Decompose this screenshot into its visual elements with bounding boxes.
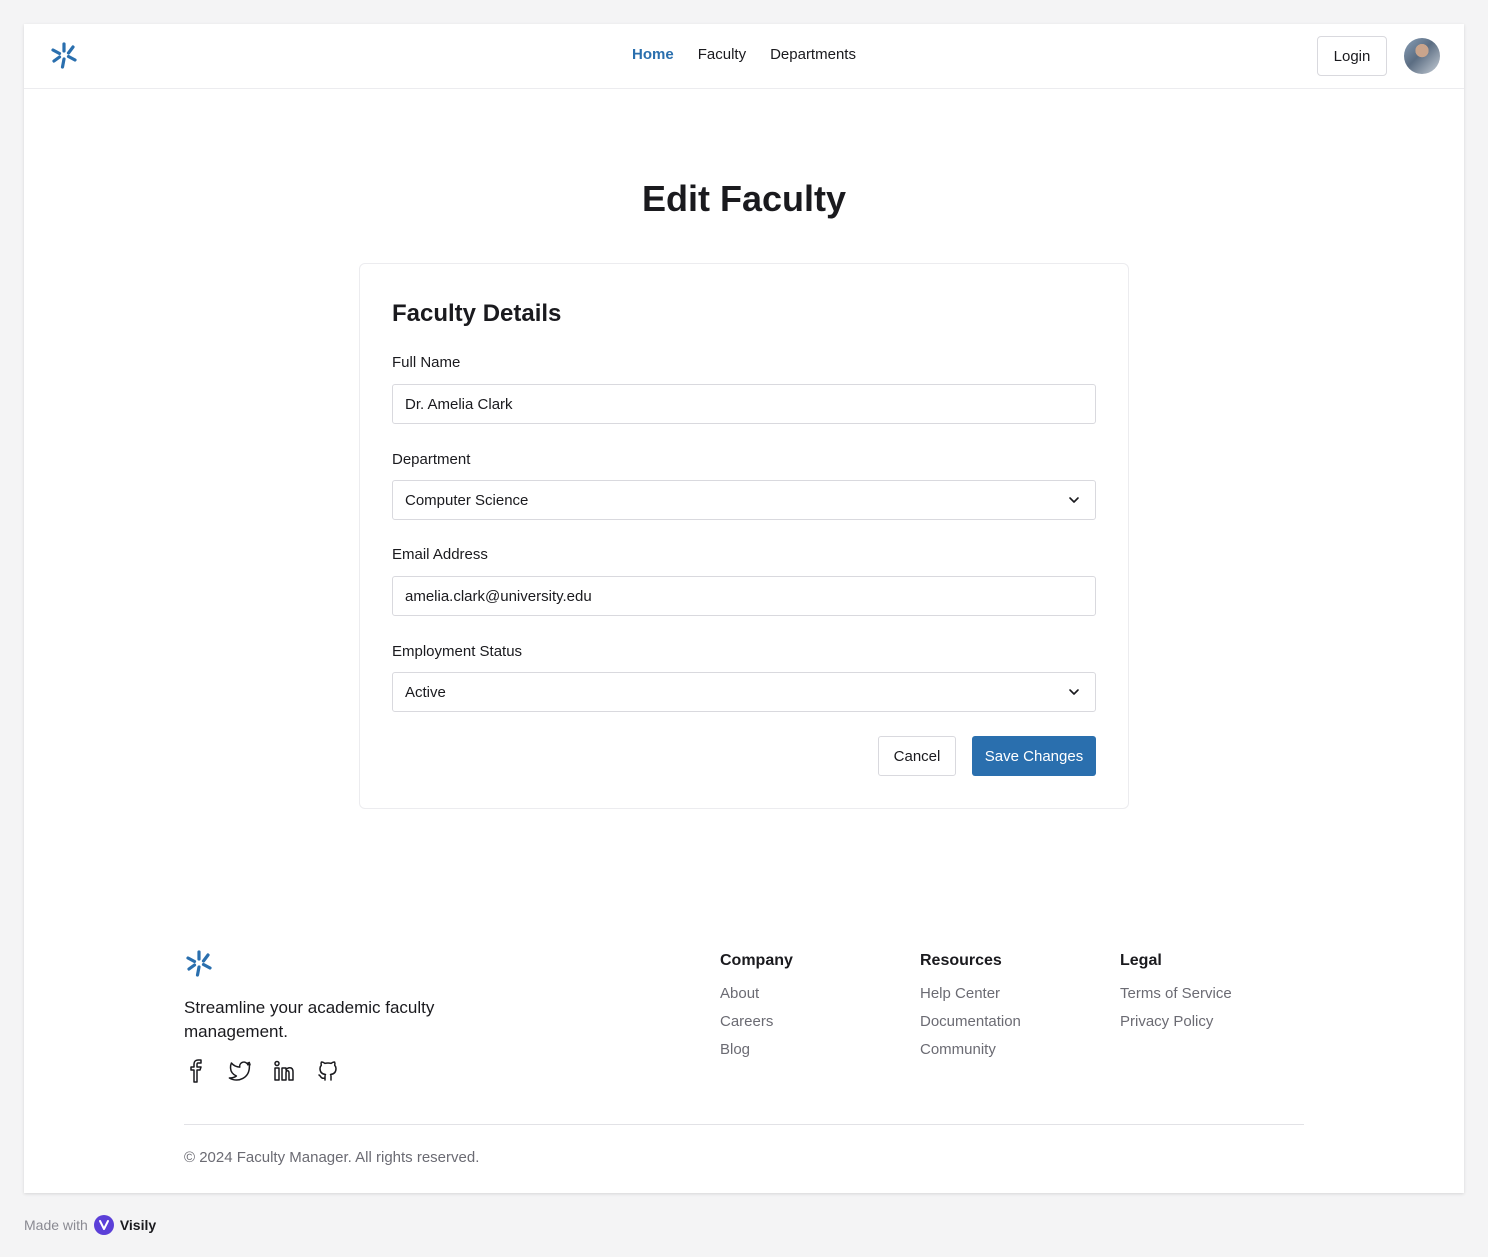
made-with-label: Made with: [24, 1217, 88, 1233]
footer-logo-icon: [186, 950, 212, 977]
email-input[interactable]: [405, 587, 1083, 605]
save-changes-button[interactable]: Save Changes: [972, 736, 1096, 776]
visily-brand-text: Visily: [119, 1217, 157, 1233]
linkedin-icon[interactable]: [272, 1059, 296, 1083]
footer-link-privacy[interactable]: Privacy Policy: [1120, 1008, 1232, 1036]
email-field[interactable]: [392, 576, 1096, 616]
app-frame: Home Faculty Departments Login Edit Facu…: [24, 24, 1464, 1193]
social-links: [184, 1059, 340, 1083]
full-name-field[interactable]: [392, 384, 1096, 424]
faculty-details-card: Faculty Details Full Name Department Com…: [359, 263, 1129, 809]
footer-link-terms[interactable]: Terms of Service: [1120, 980, 1232, 1008]
full-name-label: Full Name: [392, 354, 461, 371]
main-nav: Home Faculty Departments: [24, 46, 1464, 63]
nav-departments[interactable]: Departments: [770, 46, 856, 63]
facebook-icon[interactable]: [184, 1059, 208, 1083]
login-button[interactable]: Login: [1317, 36, 1387, 76]
footer-column-title: Resources: [920, 952, 1002, 969]
visily-logo-icon: [93, 1215, 114, 1235]
twitter-icon[interactable]: [228, 1059, 252, 1083]
copyright-text: © 2024 Faculty Manager. All rights reser…: [184, 1149, 480, 1166]
footer-link-help-center[interactable]: Help Center: [920, 980, 1021, 1008]
cancel-button[interactable]: Cancel: [878, 736, 956, 776]
footer-column-resources: Resources Help Center Documentation Comm…: [920, 952, 1021, 1064]
chevron-down-icon: [1069, 689, 1079, 695]
department-label: Department: [392, 451, 471, 468]
email-label: Email Address: [392, 546, 488, 563]
chevron-down-icon: [1069, 497, 1079, 503]
footer-column-title: Legal: [1120, 952, 1162, 969]
footer-column-title: Company: [720, 952, 793, 969]
footer-divider: [184, 1124, 1304, 1125]
employment-status-selected-value: Active: [405, 683, 446, 701]
department-selected-value: Computer Science: [405, 491, 529, 509]
footer-link-careers[interactable]: Careers: [720, 1008, 793, 1036]
github-icon[interactable]: [316, 1059, 340, 1083]
footer-column-company: Company About Careers Blog: [720, 952, 793, 1064]
made-with-badge[interactable]: Made with Visily: [24, 1215, 156, 1235]
footer-link-community[interactable]: Community: [920, 1036, 1021, 1064]
card-title: Faculty Details: [392, 300, 562, 327]
employment-status-select[interactable]: Active: [392, 672, 1096, 712]
nav-home[interactable]: Home: [632, 46, 674, 63]
full-name-input[interactable]: [405, 395, 1083, 413]
employment-status-label: Employment Status: [392, 643, 523, 660]
department-select[interactable]: Computer Science: [392, 480, 1096, 520]
user-avatar[interactable]: [1404, 38, 1440, 74]
footer-link-blog[interactable]: Blog: [720, 1036, 793, 1064]
footer-column-legal: Legal Terms of Service Privacy Policy: [1120, 952, 1232, 1036]
footer-link-documentation[interactable]: Documentation: [920, 1008, 1021, 1036]
page-title: Edit Faculty: [641, 178, 847, 219]
nav-faculty[interactable]: Faculty: [698, 46, 746, 63]
top-nav-bar: Home Faculty Departments Login: [24, 24, 1464, 89]
footer-tagline: Streamline your academic faculty managem…: [184, 998, 435, 1041]
footer-link-about[interactable]: About: [720, 980, 793, 1008]
